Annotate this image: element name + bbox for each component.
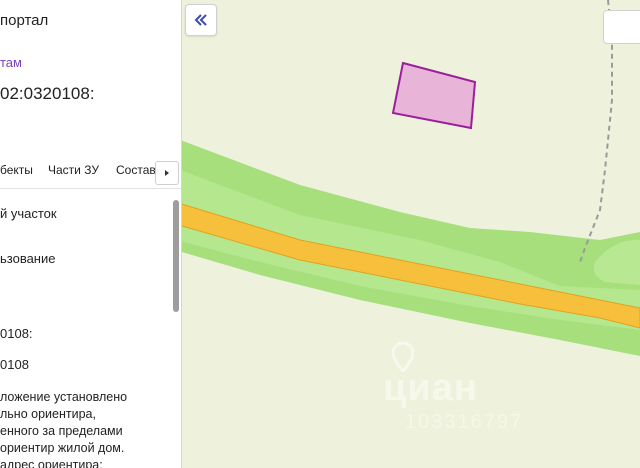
cadastral-number: 02:0320108: [0,84,95,103]
tab-land-parts[interactable]: Части ЗУ [48,163,99,177]
tab-composition[interactable]: Состав [116,163,156,177]
field-permitted-use: ьзование [0,251,56,266]
tabs-next-button[interactable] [155,161,179,185]
panel-scrollbar[interactable] [173,200,179,312]
watermark-id: 103316797 [405,411,524,433]
tab-objects[interactable]: бекты [0,163,33,177]
field-quarter: 0108: [0,326,33,341]
field-quarter-number: 0108 [0,357,29,372]
portal-title: портал [0,12,49,29]
map-control-button[interactable] [603,10,640,44]
double-chevron-left-icon [194,14,207,26]
back-link[interactable]: там [0,55,22,70]
tab-bar: бекты Части ЗУ Состав [0,156,181,189]
location-description: ложение установлено льно ориентира, енно… [0,390,128,468]
chevron-right-icon [165,170,169,176]
watermark-logo: циан [383,367,478,409]
side-panel: портал там 02:0320108: бекты Части ЗУ Со… [0,0,182,468]
collapse-panel-button[interactable] [185,4,217,36]
field-land-category: й участок [0,206,57,221]
